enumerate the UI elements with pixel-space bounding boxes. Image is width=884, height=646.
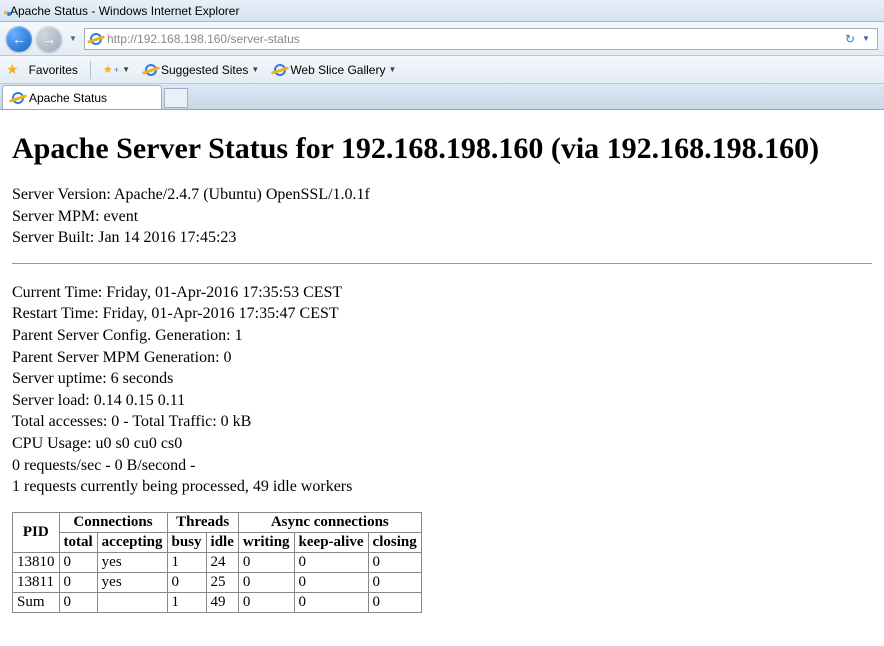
col-async: Async connections [238, 512, 421, 532]
table-header-row-1: PID Connections Threads Async connection… [13, 512, 422, 532]
request-rate: 0 requests/sec - 0 B/second - [12, 455, 872, 477]
cell-total: 0 [59, 592, 97, 612]
col-accepting: accepting [97, 532, 167, 552]
restart-time: Restart Time: Friday, 01-Apr-2016 17:35:… [12, 303, 872, 325]
cell-total: 0 [59, 572, 97, 592]
table-row: 13811 0 yes 0 25 0 0 0 [13, 572, 422, 592]
window-title: Apache Status - Windows Internet Explore… [10, 4, 239, 18]
total-accesses: Total accesses: 0 - Total Traffic: 0 kB [12, 411, 872, 433]
cell-accepting [97, 592, 167, 612]
table-row: 13810 0 yes 1 24 0 0 0 [13, 552, 422, 572]
forward-button[interactable]: → [36, 26, 62, 52]
small-star-icon: ★ [103, 63, 113, 76]
server-built: Server Built: Jan 14 2016 17:45:23 [12, 227, 872, 249]
web-slice-label: Web Slice Gallery [290, 63, 385, 77]
cpu-usage: CPU Usage: u0 s0 cu0 cs0 [12, 433, 872, 455]
worker-summary: 1 requests currently being processed, 49… [12, 476, 872, 498]
runtime-info-block: Current Time: Friday, 01-Apr-2016 17:35:… [12, 282, 872, 498]
favorites-label: Favorites [29, 63, 78, 77]
server-info-block: Server Version: Apache/2.4.7 (Ubuntu) Op… [12, 184, 872, 249]
tab-bar: Apache Status [0, 84, 884, 110]
cell-closing: 0 [368, 592, 421, 612]
favorites-button[interactable]: Favorites [25, 61, 82, 79]
separator [90, 61, 91, 79]
cell-idle: 49 [206, 592, 238, 612]
tab-apache-status[interactable]: Apache Status [2, 85, 162, 109]
window-titlebar: Apache Status - Windows Internet Explore… [0, 0, 884, 22]
cell-accepting: yes [97, 552, 167, 572]
page-favicon-icon [89, 32, 103, 46]
cell-closing: 0 [368, 552, 421, 572]
web-slice-link[interactable]: Web Slice Gallery ▼ [269, 61, 400, 79]
current-time: Current Time: Friday, 01-Apr-2016 17:35:… [12, 282, 872, 304]
table-header-row-2: total accepting busy idle writing keep-a… [13, 532, 422, 552]
server-uptime: Server uptime: 6 seconds [12, 368, 872, 390]
server-load: Server load: 0.14 0.15 0.11 [12, 390, 872, 412]
arrow-right-icon: → [42, 32, 56, 46]
plus-icon: + [114, 65, 119, 75]
favorites-star-icon: ★ [6, 61, 19, 78]
cell-closing: 0 [368, 572, 421, 592]
refresh-icon[interactable]: ↻ [845, 32, 855, 46]
ie-page-icon [144, 63, 158, 77]
address-dropdown[interactable]: ▼ [859, 34, 873, 43]
cell-idle: 25 [206, 572, 238, 592]
suggested-sites-label: Suggested Sites [161, 63, 248, 77]
ie-page-icon [273, 63, 287, 77]
cell-writing: 0 [238, 592, 294, 612]
cell-busy: 1 [167, 552, 206, 572]
parent-mpm-gen: Parent Server MPM Generation: 0 [12, 347, 872, 369]
back-button[interactable]: ← [6, 26, 32, 52]
arrow-left-icon: ← [12, 32, 26, 46]
cell-busy: 1 [167, 592, 206, 612]
workers-table: PID Connections Threads Async connection… [12, 512, 422, 613]
suggested-sites-link[interactable]: Suggested Sites ▼ [140, 61, 263, 79]
col-keepalive: keep-alive [294, 532, 368, 552]
cell-keepalive: 0 [294, 592, 368, 612]
new-tab-button[interactable] [164, 88, 188, 108]
parent-cfg-gen: Parent Server Config. Generation: 1 [12, 325, 872, 347]
server-version: Server Version: Apache/2.4.7 (Ubuntu) Op… [12, 184, 872, 206]
chevron-down-icon: ▼ [122, 65, 130, 74]
navigation-bar: ← → ▼ http://192.168.198.160/server-stat… [0, 22, 884, 56]
table-row: Sum 0 1 49 0 0 0 [13, 592, 422, 612]
favorites-bar: ★ Favorites ★+ ▼ Suggested Sites ▼ Web S… [0, 56, 884, 84]
cell-idle: 24 [206, 552, 238, 572]
cell-total: 0 [59, 552, 97, 572]
page-content: Apache Server Status for 192.168.198.160… [0, 110, 884, 623]
col-idle: idle [206, 532, 238, 552]
col-writing: writing [238, 532, 294, 552]
page-title: Apache Server Status for 192.168.198.160… [12, 132, 872, 166]
divider [12, 263, 872, 264]
cell-pid: Sum [13, 592, 60, 612]
cell-writing: 0 [238, 572, 294, 592]
chevron-down-icon: ▼ [251, 65, 259, 74]
cell-writing: 0 [238, 552, 294, 572]
cell-accepting: yes [97, 572, 167, 592]
ie-tab-icon [11, 91, 25, 105]
server-mpm: Server MPM: event [12, 206, 872, 228]
chevron-down-icon: ▼ [388, 65, 396, 74]
col-pid: PID [13, 512, 60, 552]
cell-pid: 13811 [13, 572, 60, 592]
cell-pid: 13810 [13, 552, 60, 572]
url-text: http://192.168.198.160/server-status [107, 32, 841, 46]
cell-keepalive: 0 [294, 552, 368, 572]
address-bar[interactable]: http://192.168.198.160/server-status ↻ ▼ [84, 28, 878, 50]
col-threads: Threads [167, 512, 238, 532]
cell-keepalive: 0 [294, 572, 368, 592]
nav-history-dropdown[interactable]: ▼ [66, 34, 80, 43]
add-favorite-button[interactable]: ★+ ▼ [99, 61, 134, 78]
tab-label: Apache Status [29, 91, 107, 105]
col-total: total [59, 532, 97, 552]
cell-busy: 0 [167, 572, 206, 592]
col-closing: closing [368, 532, 421, 552]
col-connections: Connections [59, 512, 167, 532]
col-busy: busy [167, 532, 206, 552]
